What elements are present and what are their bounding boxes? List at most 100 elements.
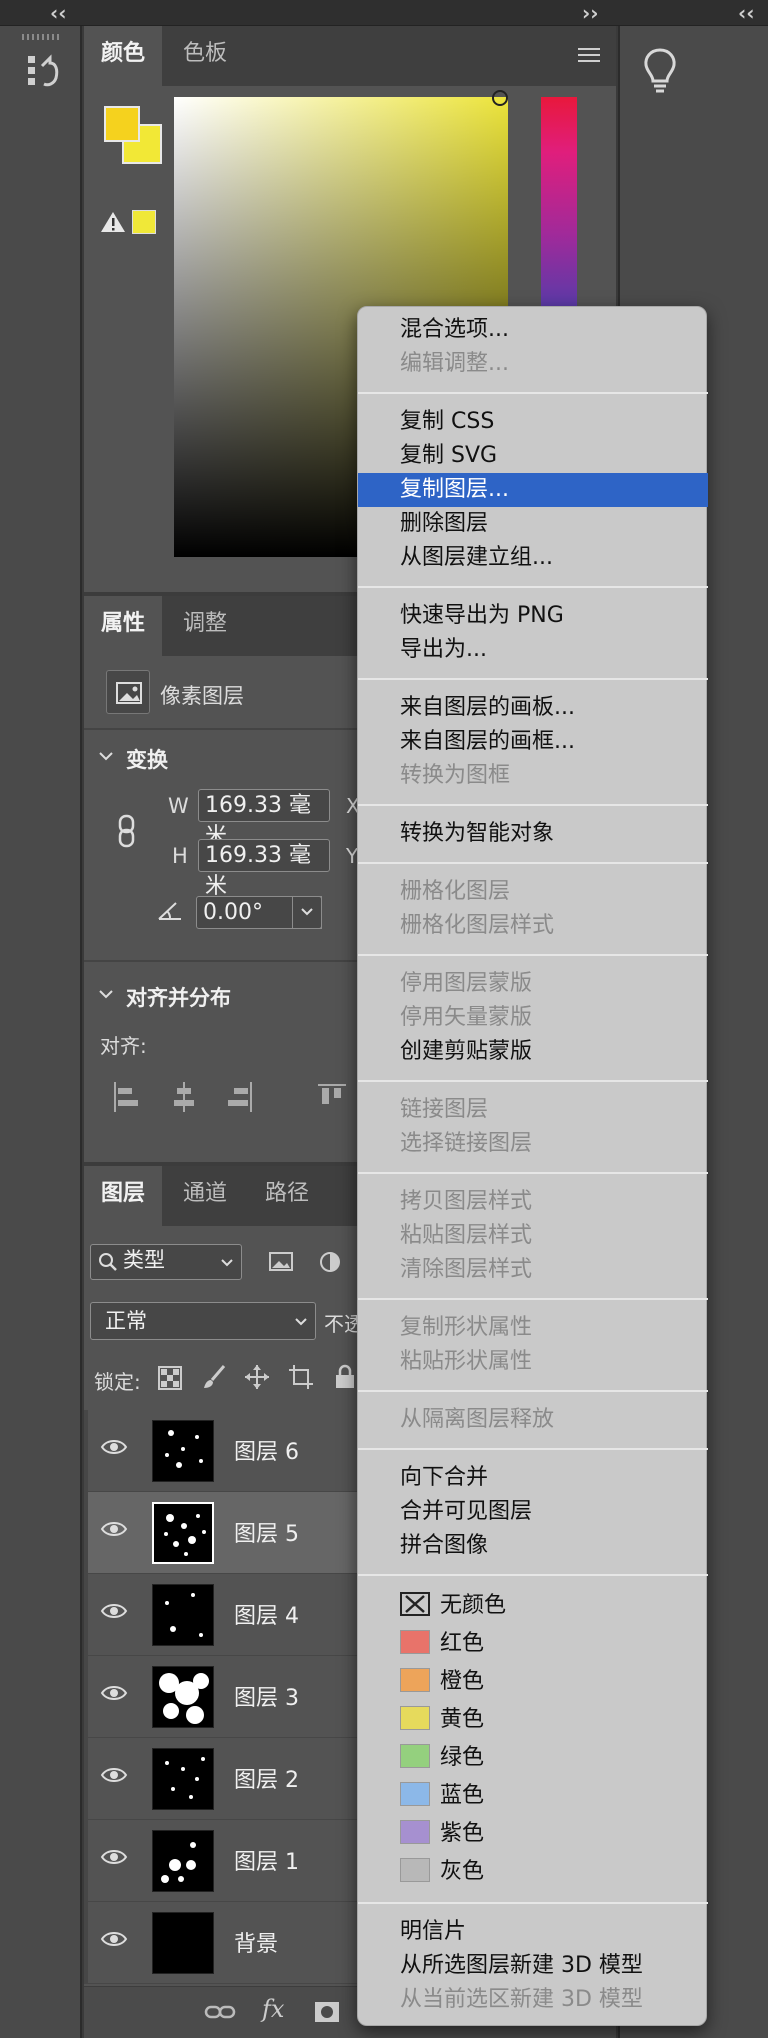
menu-item-color[interactable]: 蓝色 bbox=[358, 1777, 708, 1815]
menu-item[interactable]: 链接图层 bbox=[358, 1093, 708, 1127]
tab-channels[interactable]: 通道 bbox=[166, 1166, 244, 1226]
menu-item[interactable]: 粘贴形状属性 bbox=[358, 1345, 708, 1379]
layer-thumbnail[interactable] bbox=[152, 1584, 214, 1646]
menu-item[interactable]: 从当前选区新建 3D 模型 bbox=[358, 1983, 708, 2017]
visibility-eye-icon[interactable] bbox=[100, 1602, 128, 1620]
tab-adjustments[interactable]: 调整 bbox=[166, 596, 244, 656]
gamut-warning-icon[interactable] bbox=[100, 210, 126, 234]
align-right-icon[interactable] bbox=[226, 1082, 254, 1112]
layer-thumbnail[interactable] bbox=[152, 1830, 214, 1892]
align-top-icon[interactable] bbox=[318, 1082, 346, 1112]
menu-item[interactable]: 停用图层蒙版 bbox=[358, 967, 708, 1001]
layer-thumbnail[interactable] bbox=[152, 1666, 214, 1728]
chevron-down-icon[interactable] bbox=[98, 748, 114, 764]
fx-icon[interactable]: fx bbox=[262, 1995, 284, 2023]
menu-item[interactable]: 转换为图框 bbox=[358, 759, 708, 793]
align-hcenter-icon[interactable] bbox=[170, 1082, 198, 1112]
menu-item[interactable]: 栅格化图层 bbox=[358, 875, 708, 909]
menu-item[interactable]: 来自图层的画板... bbox=[358, 691, 708, 725]
visibility-eye-icon[interactable] bbox=[100, 1766, 128, 1784]
tab-paths[interactable]: 路径 bbox=[248, 1166, 326, 1226]
menu-item-label: 橙色 bbox=[440, 1669, 485, 1694]
menu-item[interactable]: 栅格化图层样式 bbox=[358, 909, 708, 943]
lock-all-icon[interactable] bbox=[334, 1364, 356, 1390]
height-field[interactable]: 169.33 毫米 bbox=[198, 839, 330, 899]
menu-item[interactable]: 明信片 bbox=[358, 1915, 708, 1949]
menu-item-label: 向下合并 bbox=[400, 1465, 489, 1490]
tab-swatches[interactable]: 色板 bbox=[166, 26, 244, 86]
tab-layers[interactable]: 图层 bbox=[84, 1166, 163, 1226]
menu-item[interactable]: 合并可见图层 bbox=[358, 1495, 708, 1529]
align-section-title[interactable]: 对齐并分布 bbox=[126, 982, 231, 1012]
menu-item[interactable]: 导出为... bbox=[358, 633, 708, 667]
chevron-down-icon[interactable] bbox=[98, 986, 114, 1002]
dock-grip[interactable] bbox=[22, 34, 60, 40]
filter-adjustment-icon[interactable] bbox=[318, 1250, 342, 1274]
menu-item-color[interactable]: 黄色 bbox=[358, 1701, 708, 1739]
menu-item[interactable]: 创建剪贴蒙版 bbox=[358, 1035, 708, 1069]
menu-item[interactable]: 复制形状属性 bbox=[358, 1311, 708, 1345]
gamut-color-swatch[interactable] bbox=[132, 210, 156, 234]
menu-item-label: 选择链接图层 bbox=[400, 1131, 533, 1156]
lock-transparent-icon[interactable] bbox=[158, 1366, 182, 1390]
align-left-icon[interactable] bbox=[112, 1082, 140, 1112]
lock-image-brush-icon[interactable] bbox=[202, 1364, 226, 1390]
menu-item[interactable]: 向下合并 bbox=[358, 1461, 708, 1495]
history-panel-icon[interactable] bbox=[26, 54, 60, 94]
menu-item-label: 绿色 bbox=[440, 1745, 485, 1770]
transform-section-title[interactable]: 变换 bbox=[126, 744, 168, 774]
menu-item[interactable]: 从隔离图层释放 bbox=[358, 1403, 708, 1437]
menu-item-color[interactable]: 绿色 bbox=[358, 1739, 708, 1777]
menu-item[interactable]: 删除图层 bbox=[358, 507, 708, 541]
menu-item-color[interactable]: 紫色 bbox=[358, 1815, 708, 1853]
menu-item[interactable]: 快速导出为 PNG bbox=[358, 599, 708, 633]
visibility-eye-icon[interactable] bbox=[100, 1684, 128, 1702]
menu-item-color[interactable]: 红色 bbox=[358, 1625, 708, 1663]
visibility-eye-icon[interactable] bbox=[100, 1930, 128, 1948]
visibility-eye-icon[interactable] bbox=[100, 1848, 128, 1866]
menu-item-color[interactable]: 无颜色 bbox=[358, 1587, 708, 1625]
menu-item[interactable]: 清除图层样式 bbox=[358, 1253, 708, 1287]
menu-item[interactable]: 来自图层的画框... bbox=[358, 725, 708, 759]
menu-item[interactable]: 从图层建立组... bbox=[358, 541, 708, 575]
tab-properties[interactable]: 属性 bbox=[84, 596, 163, 656]
menu-item[interactable]: 拷贝图层样式 bbox=[358, 1185, 708, 1219]
menu-item[interactable]: 选择链接图层 bbox=[358, 1127, 708, 1161]
layer-thumbnail[interactable] bbox=[152, 1502, 214, 1564]
blend-mode-dropdown[interactable]: 正常 bbox=[90, 1302, 316, 1340]
lock-artboard-icon[interactable] bbox=[288, 1364, 314, 1390]
menu-item[interactable]: 混合选项... bbox=[358, 313, 708, 347]
layer-thumbnail[interactable] bbox=[152, 1420, 214, 1482]
menu-item[interactable]: 粘贴图层样式 bbox=[358, 1219, 708, 1253]
angle-dropdown[interactable] bbox=[292, 896, 322, 929]
lock-position-icon[interactable] bbox=[244, 1364, 270, 1390]
filter-pixel-icon[interactable] bbox=[268, 1250, 296, 1274]
link-icon[interactable] bbox=[204, 2001, 236, 2023]
menu-item[interactable]: 转换为智能对象 bbox=[358, 817, 708, 851]
color-picker-cursor[interactable] bbox=[492, 90, 508, 106]
collapse-left-dock-icon[interactable]: ‹‹ bbox=[50, 0, 66, 26]
learn-lightbulb-icon[interactable] bbox=[640, 46, 680, 96]
visibility-eye-icon[interactable] bbox=[100, 1520, 128, 1538]
layer-thumbnail[interactable] bbox=[152, 1748, 214, 1810]
menu-item[interactable]: 停用矢量蒙版 bbox=[358, 1001, 708, 1035]
link-dimensions-icon[interactable] bbox=[116, 814, 138, 848]
menu-item-color[interactable]: 灰色 bbox=[358, 1853, 708, 1891]
menu-item[interactable]: 编辑调整... bbox=[358, 347, 708, 381]
menu-item-color[interactable]: 橙色 bbox=[358, 1663, 708, 1701]
tab-color[interactable]: 颜色 bbox=[84, 26, 163, 86]
layer-filter-dropdown[interactable]: 类型 bbox=[90, 1244, 242, 1280]
mask-icon[interactable] bbox=[314, 2001, 340, 2023]
menu-item[interactable]: 复制 CSS bbox=[358, 405, 708, 439]
foreground-color-swatch[interactable] bbox=[104, 106, 140, 142]
collapse-right-dock-icon[interactable]: ‹‹ bbox=[738, 0, 754, 26]
width-field[interactable]: 169.33 毫米 bbox=[198, 789, 330, 849]
expand-panels-icon[interactable]: ›› bbox=[582, 0, 598, 26]
menu-item[interactable]: 复制图层... bbox=[358, 473, 708, 507]
layer-thumbnail[interactable] bbox=[152, 1912, 214, 1974]
menu-item[interactable]: 复制 SVG bbox=[358, 439, 708, 473]
visibility-eye-icon[interactable] bbox=[100, 1438, 128, 1456]
menu-item[interactable]: 从所选图层新建 3D 模型 bbox=[358, 1949, 708, 1983]
panel-menu-icon[interactable] bbox=[578, 46, 600, 64]
menu-item[interactable]: 拼合图像 bbox=[358, 1529, 708, 1563]
